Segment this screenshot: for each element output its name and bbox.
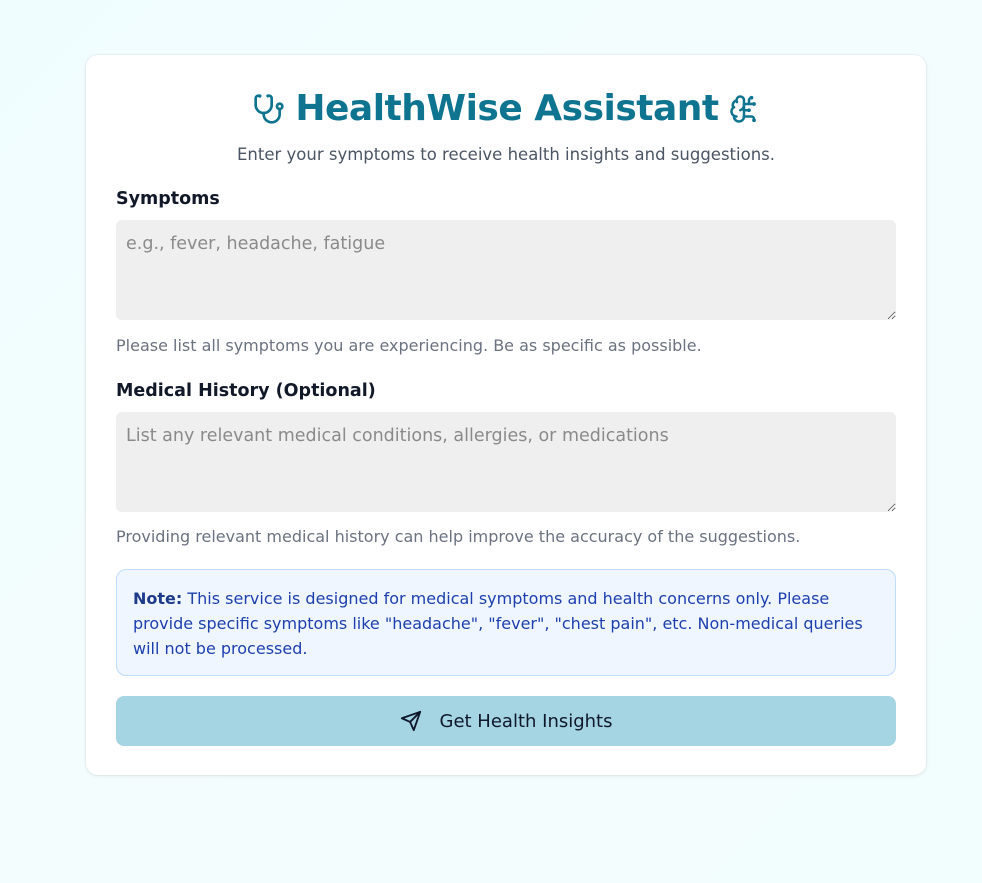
- submit-button-label: Get Health Insights: [439, 710, 613, 732]
- medical-history-label: Medical History (Optional): [116, 381, 376, 401]
- health-form-card: HealthWise Assistant Enter your symptoms…: [86, 55, 926, 775]
- disclaimer-note: Note: This service is designed for medic…: [116, 569, 896, 676]
- header: HealthWise Assistant: [86, 87, 926, 131]
- page-title: HealthWise Assistant: [295, 88, 719, 129]
- page-subtitle: Enter your symptoms to receive health in…: [236, 145, 776, 164]
- get-health-insights-button[interactable]: Get Health Insights: [116, 696, 896, 746]
- symptoms-label: Symptoms: [116, 189, 220, 209]
- brain-icon: [729, 94, 759, 124]
- medical-history-hint: Providing relevant medical history can h…: [116, 527, 801, 546]
- note-text: This service is designed for medical sym…: [133, 589, 863, 658]
- symptoms-hint: Please list all symptoms you are experie…: [116, 336, 702, 355]
- note-prefix: Note:: [133, 589, 183, 608]
- symptoms-input[interactable]: [116, 220, 896, 320]
- stethoscope-icon: [253, 93, 285, 125]
- medical-history-input[interactable]: [116, 412, 896, 512]
- send-icon: [400, 710, 422, 732]
